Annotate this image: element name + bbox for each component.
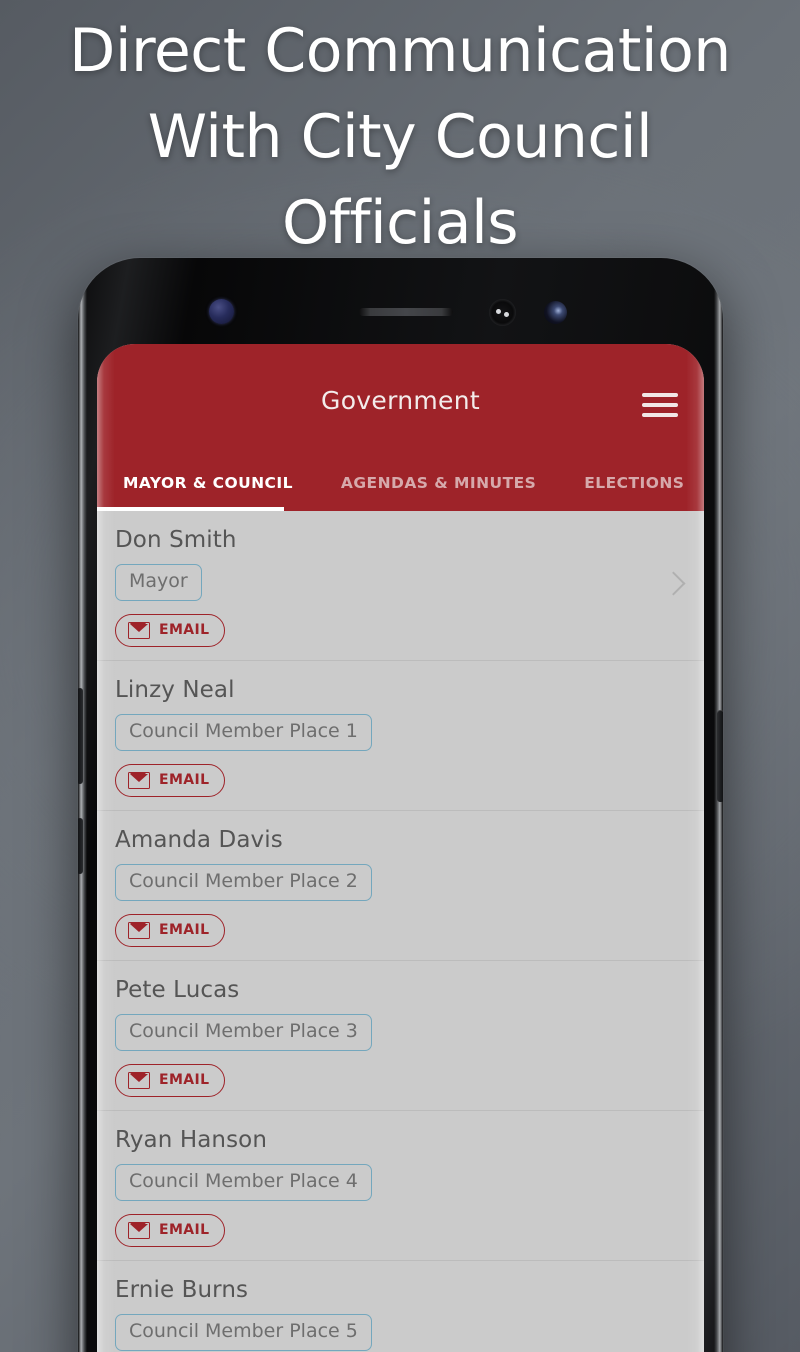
official-role-chip: Council Member Place 3 — [115, 1013, 372, 1051]
hamburger-line — [642, 413, 678, 417]
official-role-chip: Council Member Place 4 — [115, 1163, 372, 1201]
official-name: Don Smith — [115, 527, 237, 553]
list-item[interactable]: Ernie Burns Council Member Place 5 EMAIL — [97, 1261, 704, 1352]
official-role-chip: Mayor — [115, 564, 202, 601]
page-title: Direct Communication With City Council O… — [0, 8, 800, 266]
volume-button[interactable] — [78, 688, 83, 784]
phone-right-rim — [714, 258, 723, 1352]
tab-agendas-and-minutes[interactable]: AGENDAS & MINUTES — [317, 455, 560, 511]
official-name: Ryan Hanson — [115, 1126, 268, 1153]
email-button-label: EMAIL — [159, 622, 210, 639]
email-button-label: EMAIL — [159, 772, 210, 789]
email-button-label: EMAIL — [159, 922, 210, 939]
phone-screen: Government MAYOR & COUNCIL AGENDAS & MIN… — [97, 344, 704, 1352]
list-item[interactable]: Linzy Neal Council Member Place 1 EMAIL — [97, 661, 704, 811]
envelope-icon — [128, 1221, 150, 1239]
hamburger-line — [642, 403, 678, 407]
earpiece-speaker-icon — [359, 308, 453, 316]
phone-mockup: Government MAYOR & COUNCIL AGENDAS & MIN… — [78, 258, 723, 1352]
envelope-icon — [128, 921, 150, 939]
email-button[interactable]: EMAIL — [115, 1213, 226, 1247]
officials-list: Don Smith Mayor EMAIL Linzy Neal Council… — [97, 511, 704, 1352]
tab-mayor-and-council[interactable]: MAYOR & COUNCIL — [99, 455, 317, 511]
email-button-label: EMAIL — [159, 1222, 210, 1239]
official-role-chip: Council Member Place 2 — [115, 863, 372, 901]
official-name: Pete Lucas — [115, 976, 240, 1003]
official-name: Linzy Neal — [115, 676, 235, 703]
list-item[interactable]: Pete Lucas Council Member Place 3 EMAIL — [97, 961, 704, 1111]
email-button[interactable]: EMAIL — [115, 613, 226, 647]
app-bar: Government — [97, 344, 704, 455]
email-button[interactable]: EMAIL — [115, 913, 226, 947]
hamburger-menu-icon[interactable] — [642, 393, 678, 417]
envelope-icon — [128, 771, 150, 789]
envelope-icon — [128, 1071, 150, 1089]
iris-scanner-icon — [209, 299, 234, 324]
email-button-label: EMAIL — [159, 1072, 210, 1089]
email-button[interactable]: EMAIL — [115, 1063, 226, 1097]
page-title-line-2: With City Council — [147, 102, 653, 172]
list-item[interactable]: Ryan Hanson Council Member Place 4 EMAIL — [97, 1111, 704, 1261]
bixby-button[interactable] — [78, 818, 83, 874]
list-item[interactable]: Amanda Davis Council Member Place 2 EMAI… — [97, 811, 704, 961]
list-item[interactable]: Don Smith Mayor EMAIL — [97, 511, 704, 661]
app-bar-title: Government — [321, 386, 480, 415]
tab-elections[interactable]: ELECTIONS — [560, 455, 704, 511]
tab-bar[interactable]: MAYOR & COUNCIL AGENDAS & MINUTES ELECTI… — [97, 455, 704, 511]
chevron-right-icon[interactable] — [663, 571, 680, 598]
official-name: Ernie Burns — [115, 1276, 249, 1303]
proximity-sensor-icon — [489, 299, 516, 326]
official-name: Amanda Davis — [115, 826, 283, 853]
email-button[interactable]: EMAIL — [115, 763, 226, 797]
page-title-line-3: Officials — [282, 188, 519, 258]
phone-sensor-strip — [78, 258, 723, 344]
phone-left-rim — [78, 258, 87, 1352]
hamburger-line — [642, 393, 678, 397]
power-button[interactable] — [717, 710, 723, 802]
envelope-icon — [128, 621, 150, 639]
official-role-chip: Council Member Place 5 — [115, 1313, 372, 1351]
front-camera-icon — [544, 301, 567, 324]
page-title-line-1: Direct Communication — [69, 16, 731, 86]
official-role-chip: Council Member Place 1 — [115, 713, 372, 751]
